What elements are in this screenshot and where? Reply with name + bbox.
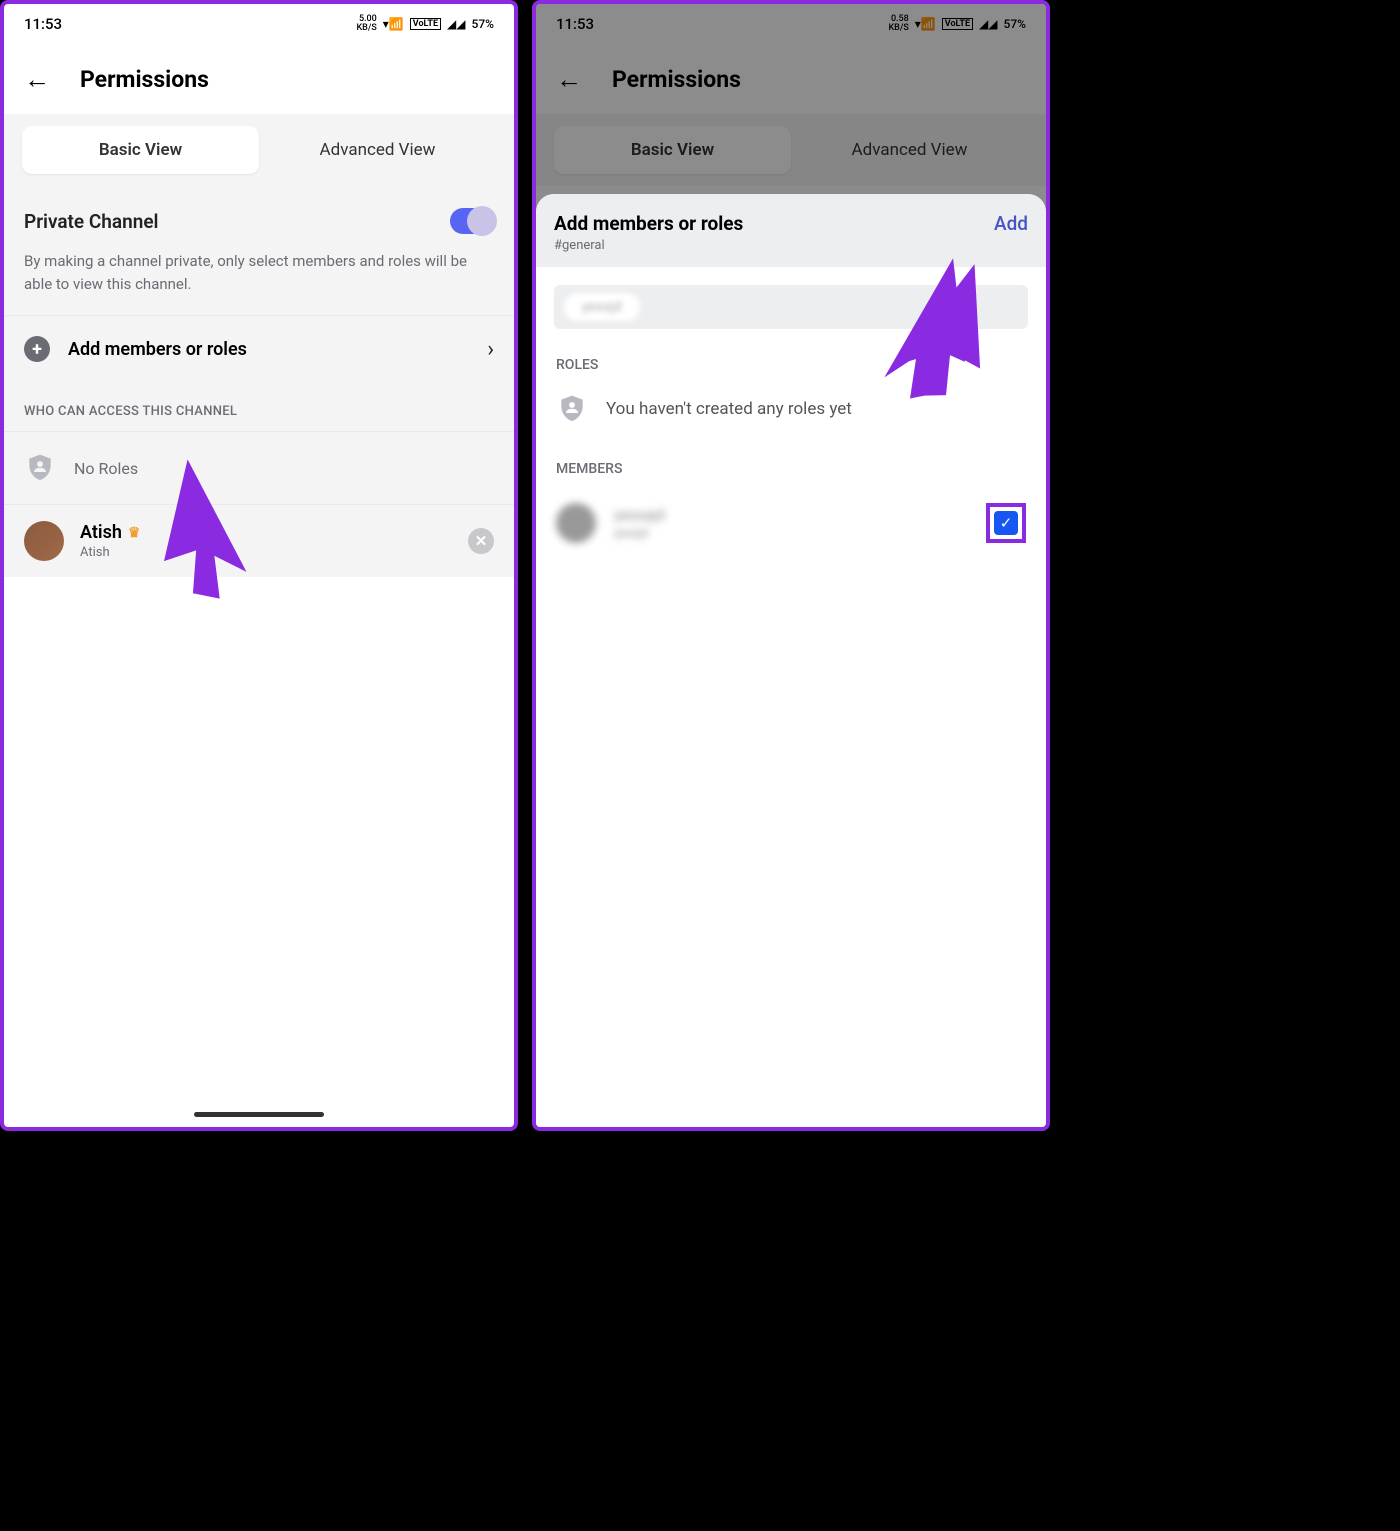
chevron-right-icon: ›: [487, 337, 494, 362]
status-bar: 11:53 5.00KB/S ▾📶 VoLTE ◢◢ 57%: [4, 4, 514, 44]
who-can-access-header: WHO CAN ACCESS THIS CHANNEL: [4, 382, 514, 431]
page-title: Permissions: [80, 66, 209, 93]
member-subtitle: yessjd: [614, 526, 665, 540]
member-name: yessajd: [614, 506, 665, 524]
no-roles-text: No Roles: [74, 459, 138, 478]
wifi-icon: ▾📶: [383, 17, 404, 31]
roles-header: ROLES: [536, 347, 1046, 383]
no-roles-row: No Roles: [4, 431, 514, 504]
member-row[interactable]: Atish♛ Atish ✕: [4, 504, 514, 577]
shield-icon: [556, 393, 588, 425]
add-members-label: Add members or roles: [68, 339, 469, 360]
private-channel-toggle[interactable]: [450, 208, 494, 234]
remove-member-button[interactable]: ✕: [468, 528, 494, 554]
back-arrow-icon[interactable]: ←: [24, 64, 50, 95]
add-button[interactable]: Add: [994, 212, 1028, 235]
roles-empty-row: You haven't created any roles yet: [536, 383, 1046, 451]
avatar: [556, 503, 596, 543]
plus-icon: +: [24, 336, 50, 362]
member-select-row[interactable]: yessajd yessjd ✓: [536, 487, 1046, 559]
private-channel-desc: By making a channel private, only select…: [24, 250, 494, 295]
shield-icon: [24, 452, 56, 484]
member-name: Atish♛: [80, 522, 452, 543]
status-right: 5.00KB/S ▾📶 VoLTE ◢◢ 57%: [356, 15, 494, 33]
tab-basic-view[interactable]: Basic View: [22, 126, 259, 174]
crown-icon: ♛: [128, 525, 141, 541]
add-members-roles-row[interactable]: + Add members or roles ›: [4, 315, 514, 382]
header: ← Permissions: [4, 44, 514, 114]
left-screenshot: 11:53 5.00KB/S ▾📶 VoLTE ◢◢ 57% ← Permiss…: [0, 0, 518, 1131]
lte-icon: VoLTE: [410, 18, 441, 30]
private-channel-label: Private Channel: [24, 210, 159, 233]
roles-empty-text: You haven't created any roles yet: [606, 399, 852, 419]
bottom-sheet: Add members or roles #general Add yessjd…: [536, 194, 1046, 1127]
signal-icon: ◢◢: [447, 17, 465, 31]
home-indicator[interactable]: [194, 1112, 324, 1117]
sheet-subtitle: #general: [554, 238, 743, 253]
tab-advanced-view[interactable]: Advanced View: [259, 126, 496, 174]
members-header: MEMBERS: [536, 451, 1046, 487]
status-time: 11:53: [24, 15, 62, 33]
avatar: [24, 521, 64, 561]
checkbox-highlight: ✓: [986, 503, 1026, 543]
search-input[interactable]: yessjd: [554, 285, 1028, 329]
member-checkbox[interactable]: ✓: [994, 511, 1018, 535]
search-chip: yessjd: [564, 293, 640, 321]
sheet-title: Add members or roles: [554, 212, 743, 235]
sheet-header: Add members or roles #general Add: [536, 194, 1046, 267]
view-tabs: Basic View Advanced View: [4, 114, 514, 186]
battery-text: 57%: [472, 17, 494, 31]
member-subtitle: Atish: [80, 545, 452, 560]
right-screenshot: 11:53 0.58KB/S ▾📶 VoLTE ◢◢ 57% ← Permiss…: [532, 0, 1050, 1131]
